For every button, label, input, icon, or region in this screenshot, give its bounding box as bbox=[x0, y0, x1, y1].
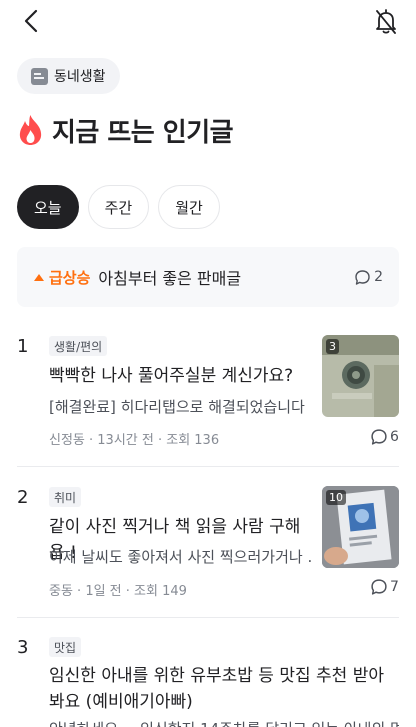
comment-icon bbox=[355, 269, 370, 285]
comment-icon bbox=[371, 579, 387, 595]
back-button[interactable] bbox=[18, 6, 46, 36]
trending-comment-count: 2 bbox=[354, 269, 383, 286]
post-excerpt: 안녕하세요 ~ 임신한지 14주차를 달리고 있는 아내의 먹고 bbox=[49, 718, 399, 727]
post-thumbnail[interactable]: 3 bbox=[322, 335, 399, 417]
comment-icon bbox=[371, 429, 387, 445]
post-category-tag: 맛집 bbox=[49, 637, 82, 657]
rising-arrow-icon bbox=[34, 273, 44, 281]
tab-label: 주간 bbox=[104, 198, 133, 217]
divider bbox=[17, 617, 399, 618]
period-tabs: 오늘 주간 월간 bbox=[17, 185, 220, 229]
post-thumbnail[interactable]: 10 bbox=[322, 486, 399, 568]
trending-banner[interactable]: 급상승 아침부터 좋은 판매글 2 bbox=[17, 247, 399, 307]
tab-label: 오늘 bbox=[34, 198, 62, 217]
post-category-tag: 취미 bbox=[49, 487, 82, 507]
page-heading: 지금 뜨는 인기글 bbox=[17, 110, 234, 150]
post-rank: 3 bbox=[17, 637, 29, 658]
category-label: 동네생활 bbox=[54, 69, 106, 85]
post-comment-count: 6 bbox=[370, 428, 399, 446]
tab-label: 월간 bbox=[175, 198, 203, 217]
comment-count: 2 bbox=[374, 269, 383, 285]
category-chip[interactable]: 동네생활 bbox=[17, 58, 120, 94]
image-count-badge: 3 bbox=[326, 339, 339, 354]
post-rank: 2 bbox=[17, 487, 29, 508]
post-excerpt: [해결완료] 히다리탭으로 해결되었습니다 ... bbox=[49, 398, 311, 416]
notification-off-button[interactable] bbox=[372, 6, 400, 36]
bell-off-icon bbox=[376, 9, 396, 34]
comment-count: 6 bbox=[390, 429, 399, 445]
tab-weekly[interactable]: 주간 bbox=[87, 185, 150, 229]
fire-icon bbox=[19, 115, 42, 145]
tab-today[interactable]: 오늘 bbox=[17, 185, 79, 229]
post-meta: 중동 · 1일 전 · 조회 149 bbox=[49, 584, 187, 599]
post-title: 빡빡한 나사 풀어주실분 계신가요? bbox=[49, 366, 294, 386]
post-comment-count: 7 bbox=[370, 578, 399, 596]
post-excerpt: 이제 날씨도 좋아져서 사진 찍으러가거나 ... bbox=[49, 548, 311, 566]
comment-count: 7 bbox=[390, 579, 399, 595]
chevron-left-icon bbox=[24, 9, 38, 33]
trending-title: 아침부터 좋은 판매글 bbox=[98, 269, 242, 288]
trending-badge: 급상승 bbox=[49, 268, 91, 287]
divider bbox=[17, 466, 399, 467]
board-icon bbox=[31, 67, 48, 85]
post-rank: 1 bbox=[17, 336, 29, 357]
top-bar bbox=[0, 0, 416, 44]
page-title: 지금 뜨는 인기글 bbox=[52, 117, 234, 148]
image-count-badge: 10 bbox=[326, 490, 346, 505]
post-meta: 신정동 · 13시간 전 · 조회 136 bbox=[49, 433, 220, 448]
tab-monthly[interactable]: 월간 bbox=[158, 185, 220, 229]
post-title: 임신한 아내를 위한 유부초밥 등 맛집 추천 받아봐요 (예비애기아빠) bbox=[49, 666, 384, 712]
post-category-tag: 생활/편의 bbox=[49, 336, 108, 356]
